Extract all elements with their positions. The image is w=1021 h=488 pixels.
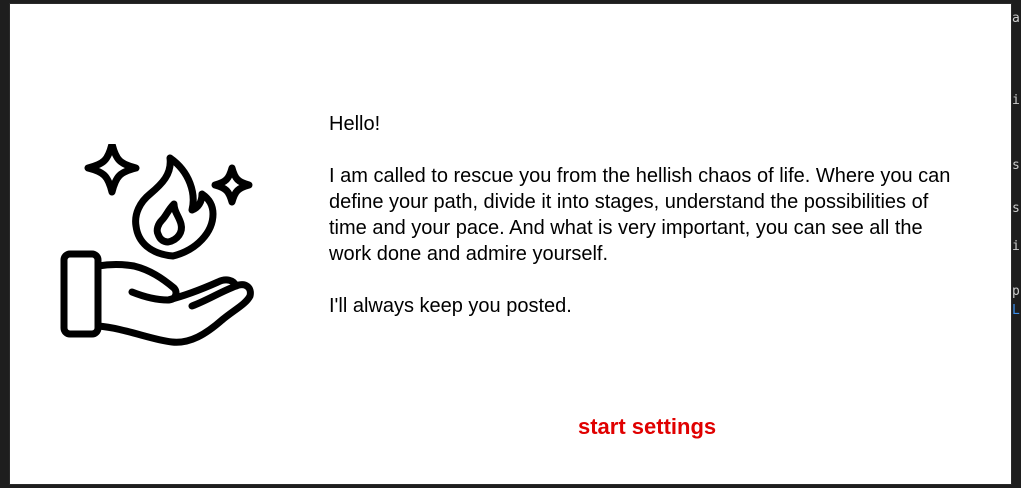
- editor-edge-char: i: [1012, 93, 1020, 108]
- editor-edge-char: L: [1012, 303, 1020, 318]
- closing-text: I'll always keep you posted.: [329, 295, 572, 317]
- background-editor-edge: a i s s i p L: [1011, 0, 1021, 488]
- welcome-dialog: Hello! I am called to rescue you from th…: [10, 4, 1011, 484]
- welcome-message: Hello! I am called to rescue you from th…: [329, 111, 969, 345]
- start-settings-button[interactable]: start settings: [570, 413, 724, 441]
- editor-edge-char: i: [1012, 239, 1020, 254]
- editor-edge-char: s: [1012, 158, 1020, 173]
- greeting-text: Hello!: [329, 113, 381, 135]
- intro-text: I am called to rescue you from the helli…: [329, 165, 951, 265]
- editor-edge-char: a: [1012, 11, 1020, 26]
- editor-edge-char: s: [1012, 201, 1020, 216]
- editor-edge-char: p: [1012, 284, 1020, 299]
- hand-holding-fire-icon: [50, 140, 260, 354]
